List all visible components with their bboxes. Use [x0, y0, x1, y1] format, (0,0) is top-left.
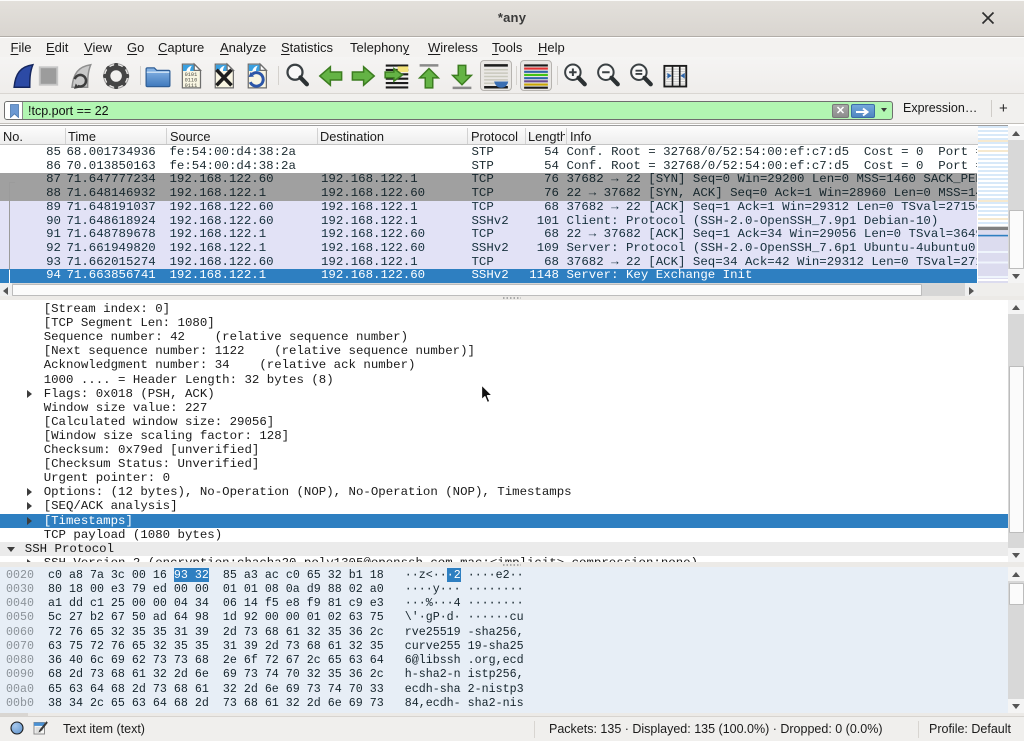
svg-text:0111: 0111	[185, 83, 198, 89]
